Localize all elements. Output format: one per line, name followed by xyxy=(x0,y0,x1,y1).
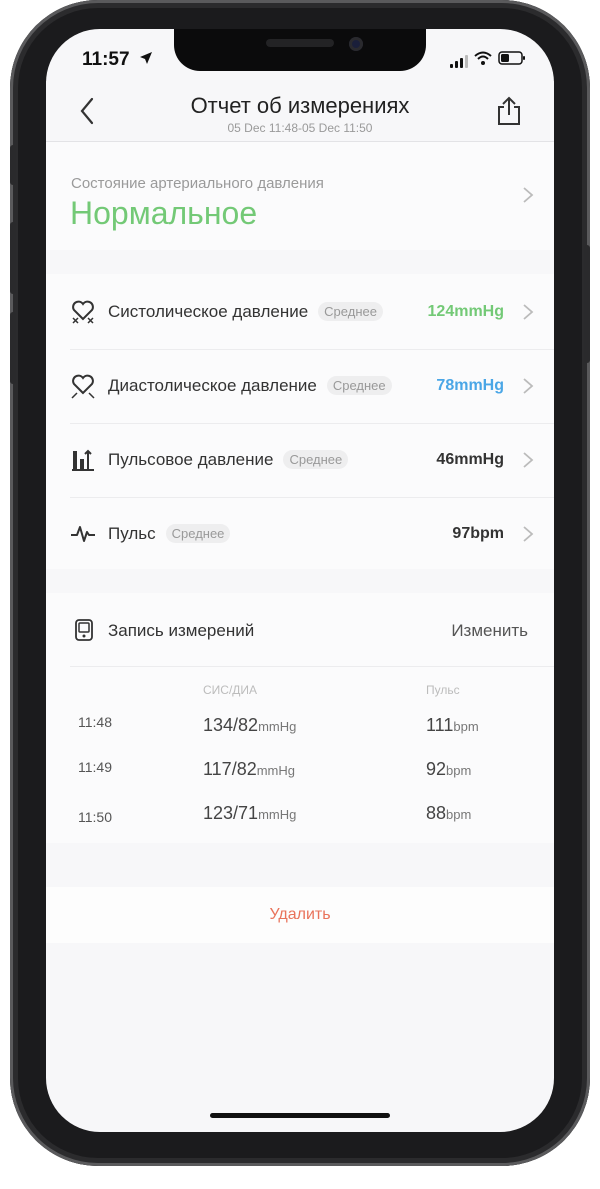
mute-switch xyxy=(10,145,16,185)
nav-bar: Отчет об измерениях 05 Dec 11:48-05 Dec … xyxy=(46,81,554,142)
chevron-right-icon xyxy=(523,526,534,542)
screen: 11:57 Отчет об измерениях 05 Dec 11:48-0… xyxy=(46,29,554,1132)
record-pulse: 88bpm xyxy=(426,803,472,823)
record-bp: 134/82mmHg xyxy=(203,715,297,735)
chevron-right-icon xyxy=(523,378,534,394)
metric-label: Пульсовое давление Среднее xyxy=(108,450,349,470)
delete-button[interactable]: Удалить xyxy=(46,887,554,943)
metric-label: Диастолическое давление Среднее xyxy=(108,376,392,396)
record-bp: 123/71mmHg xyxy=(203,803,297,823)
record-pulse: 92bpm xyxy=(426,759,472,779)
pulse-wave-icon xyxy=(71,526,95,542)
chevron-right-icon xyxy=(523,452,534,468)
metric-row-systolic[interactable]: Систолическое давление Среднее 124mmHg xyxy=(70,275,554,350)
chevron-right-icon xyxy=(523,304,534,320)
cellular-signal-icon xyxy=(450,54,468,68)
heart-expand-icon xyxy=(71,374,95,399)
metric-row-pulse-pressure[interactable]: Пульсовое давление Среднее 46mmHg xyxy=(70,423,554,498)
front-camera xyxy=(349,37,363,51)
metric-value: 46mmHg xyxy=(436,451,504,468)
metric-label: Систолическое давление Среднее xyxy=(108,302,383,322)
metric-value: 124mmHg xyxy=(427,303,504,320)
average-badge: Среднее xyxy=(326,376,392,395)
record-time: 11:48 xyxy=(78,714,112,730)
location-arrow-icon xyxy=(139,51,153,70)
records-title: Запись измерений xyxy=(108,621,255,640)
status-icons xyxy=(450,51,526,70)
heart-compress-icon xyxy=(72,300,94,324)
volume-down-button xyxy=(10,312,16,384)
power-button xyxy=(584,245,590,363)
metric-row-pulse[interactable]: Пульс Среднее 97bpm xyxy=(70,497,554,571)
share-icon xyxy=(498,96,520,125)
pressure-bars-icon xyxy=(72,449,94,471)
battery-icon xyxy=(498,51,526,70)
tonometer-icon xyxy=(75,619,93,641)
bp-state-value: Нормальное xyxy=(70,195,258,231)
metric-value: 78mmHg xyxy=(436,377,504,394)
record-pulse: 111bpm xyxy=(426,715,479,735)
chevron-right-icon xyxy=(523,187,534,203)
column-header-bp: СИС/ДИА xyxy=(203,683,258,697)
metric-value: 97bpm xyxy=(452,525,504,542)
page-title: Отчет об измерениях xyxy=(190,93,410,118)
metric-row-diastolic[interactable]: Диастолическое давление Среднее 78mmHg xyxy=(70,349,554,424)
volume-up-button xyxy=(10,222,16,294)
speaker xyxy=(266,39,334,47)
record-time: 11:50 xyxy=(78,809,112,825)
page-subtitle: 05 Dec 11:48-05 Dec 11:50 xyxy=(227,121,373,135)
record-time: 11:49 xyxy=(78,759,112,775)
metric-label: Пульс Среднее xyxy=(108,524,231,544)
home-indicator[interactable] xyxy=(210,1113,390,1118)
status-time: 11:57 xyxy=(82,49,130,70)
average-badge: Среднее xyxy=(318,302,383,321)
share-button[interactable] xyxy=(494,95,524,127)
average-badge: Среднее xyxy=(165,524,231,543)
average-badge: Среднее xyxy=(283,450,349,469)
record-bp: 117/82mmHg xyxy=(203,759,295,779)
wifi-icon xyxy=(474,51,492,70)
records-divider xyxy=(70,666,554,667)
column-header-pulse: Пульс xyxy=(426,683,460,697)
notch xyxy=(174,29,426,71)
bp-state-label: Состояние артериального давления xyxy=(71,175,324,192)
edit-button[interactable]: Изменить xyxy=(451,621,528,641)
